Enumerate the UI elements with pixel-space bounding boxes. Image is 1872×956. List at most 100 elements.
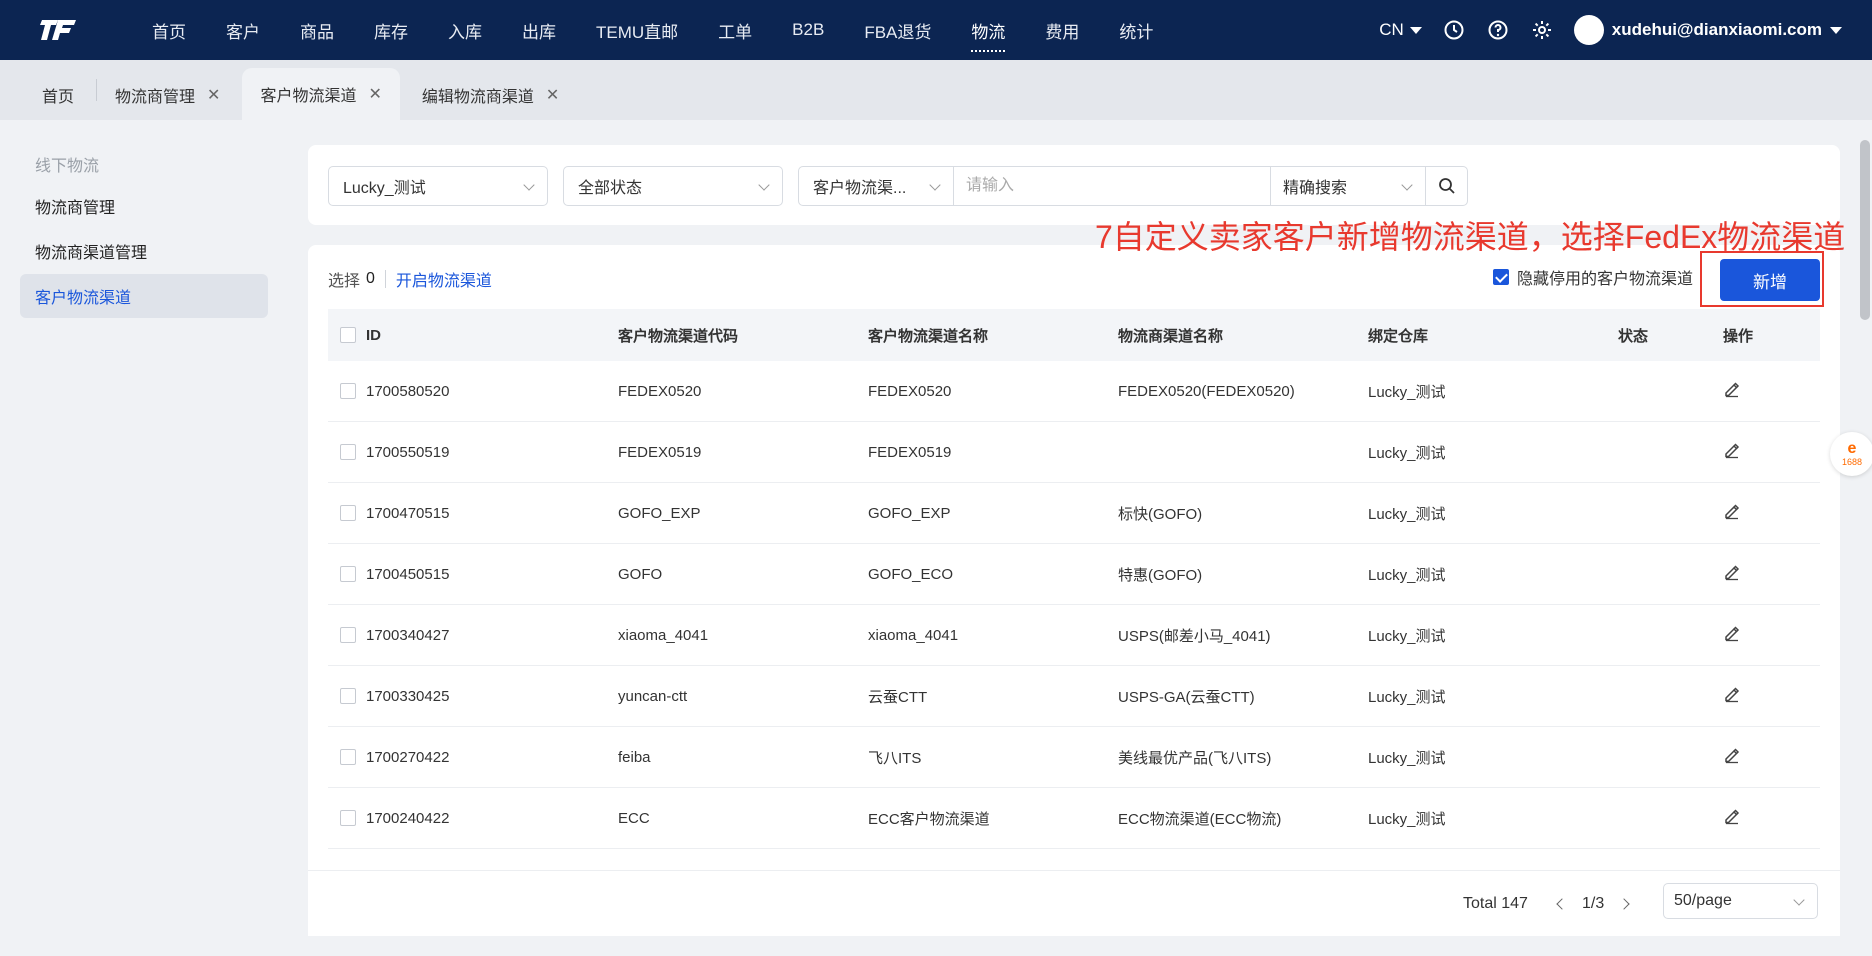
nav-item[interactable]: 费用: [1025, 0, 1099, 60]
language-selector[interactable]: CN: [1379, 20, 1422, 40]
total-count: Total 147: [1463, 895, 1528, 912]
next-page-icon[interactable]: [1618, 898, 1630, 910]
hide-disabled-checkbox[interactable]: [1493, 269, 1509, 285]
nav-item[interactable]: 统计: [1099, 0, 1173, 60]
edit-icon[interactable]: [1723, 748, 1741, 768]
search-button[interactable]: [1425, 167, 1467, 205]
nav-item[interactable]: B2B: [772, 0, 844, 60]
pager: 1/3: [1556, 895, 1630, 913]
table-row[interactable]: 1700550519 FEDEX0519 FEDEX0519 Lucky_测试: [328, 422, 1820, 483]
row-checkbox[interactable]: [340, 566, 356, 582]
edit-icon[interactable]: [1723, 565, 1741, 585]
chevron-down-icon: [523, 179, 535, 191]
main-nav: 首页 客户 商品 库存 入库 出库 TEMU直邮 工单 B2B FBA退货 物流 费用 统计: [132, 0, 1173, 60]
close-icon[interactable]: ✕: [546, 85, 559, 105]
edit-icon[interactable]: [1723, 443, 1741, 463]
app-logo[interactable]: [38, 12, 96, 48]
cell-id: 1700450515: [366, 565, 450, 583]
search-mode-select[interactable]: 精确搜索: [1270, 167, 1425, 205]
header-carrier: 物流商渠道名称: [1118, 327, 1224, 345]
edit-icon[interactable]: [1723, 809, 1741, 829]
sidebar-item[interactable]: 客户物流渠道: [20, 274, 268, 318]
search-field-select[interactable]: 客户物流渠...: [799, 167, 954, 205]
tab-label: 物流商管理: [115, 89, 196, 106]
cell-id: 1700340427: [366, 626, 450, 644]
nav-item[interactable]: 物流: [951, 0, 1025, 60]
nav-item[interactable]: 首页: [132, 0, 206, 60]
cell-id: 1700270422: [366, 748, 450, 766]
help-icon[interactable]: [1486, 18, 1510, 42]
row-checkbox[interactable]: [340, 627, 356, 643]
search-input[interactable]: [954, 167, 1270, 205]
table-row[interactable]: 1700240422 ECC ECC客户物流渠道 ECC物流渠道(ECC物流) Luck…: [328, 788, 1820, 849]
nav-item[interactable]: FBA退货: [844, 0, 951, 60]
table-row[interactable]: 1700450515 GOFO GOFO_ECO 特惠(GOFO) Lucky_测试: [328, 544, 1820, 605]
warehouse-select-value: Lucky_测试: [343, 180, 426, 197]
nav-item[interactable]: 出库: [502, 0, 576, 60]
cell-carrier: USPS(邮差小马_4041): [1118, 627, 1271, 645]
edit-icon[interactable]: [1723, 626, 1741, 646]
cell-warehouse: Lucky_测试: [1368, 383, 1446, 401]
cell-id: 1700330425: [366, 687, 450, 705]
select-all-checkbox[interactable]: [340, 327, 356, 343]
status-select[interactable]: 全部状态: [563, 166, 783, 206]
search-icon: [1438, 178, 1455, 194]
chevron-down-icon: [1793, 894, 1805, 906]
table-row[interactable]: 1700580520 FEDEX0520 FEDEX0520 FEDEX0520(FE…: [328, 361, 1820, 422]
table-row[interactable]: 1700330425 yuncan-ctt 云蚕CTT USPS-GA(云蚕CTT) L…: [328, 666, 1820, 727]
page-scrollbar[interactable]: [1860, 140, 1870, 320]
cell-code: GOFO_EXP: [618, 504, 701, 522]
list-toolbar: 选择 0 开启物流渠道: [328, 267, 492, 291]
page-tab[interactable]: 物流商管理 ✕: [97, 70, 238, 120]
table-row[interactable]: 1700270422 feiba 飞八ITS 美线最优产品(飞八ITS) Lucky_测…: [328, 727, 1820, 788]
user-menu[interactable]: xudehui@dianxiaomi.com: [1573, 15, 1842, 45]
gear-icon[interactable]: [1530, 18, 1554, 42]
floating-1688-badge[interactable]: e 1688: [1830, 432, 1872, 476]
cell-name: GOFO_EXP: [868, 504, 951, 522]
edit-icon[interactable]: [1723, 687, 1741, 707]
page-tab[interactable]: 首页: [24, 70, 92, 120]
cell-id: 1700580520: [366, 382, 450, 400]
page-tab[interactable]: 编辑物流商渠道 ✕: [404, 70, 577, 120]
sidebar-item[interactable]: 物流商管理: [20, 184, 268, 228]
edit-icon[interactable]: [1723, 382, 1741, 402]
row-checkbox[interactable]: [340, 505, 356, 521]
close-icon[interactable]: ✕: [207, 85, 220, 105]
warehouse-select[interactable]: Lucky_测试: [328, 166, 548, 206]
row-checkbox[interactable]: [340, 810, 356, 826]
row-checkbox[interactable]: [340, 444, 356, 460]
badge-logo: e: [1847, 440, 1857, 457]
hide-disabled-option[interactable]: 隐藏停用的客户物流渠道: [1493, 265, 1693, 289]
sidebar-item[interactable]: 物流商渠道管理: [20, 229, 268, 273]
nav-item[interactable]: 库存: [354, 0, 428, 60]
enable-channel-link[interactable]: 开启物流渠道: [396, 267, 492, 291]
sidebar-group-title: 线下物流: [35, 158, 100, 175]
chevron-down-icon: [1401, 179, 1413, 191]
table-row[interactable]: 1700470515 GOFO_EXP GOFO_EXP 标快(GOFO) Lucky_…: [328, 483, 1820, 544]
row-checkbox[interactable]: [340, 749, 356, 765]
search-group: 客户物流渠... 精确搜索: [798, 166, 1468, 206]
nav-item[interactable]: 入库: [428, 0, 502, 60]
table-row[interactable]: 1700340427 xiaoma_4041 xiaoma_4041 USPS(邮差小…: [328, 605, 1820, 666]
nav-item[interactable]: 工单: [698, 0, 772, 60]
edit-icon[interactable]: [1723, 504, 1741, 524]
clock-icon[interactable]: [1442, 18, 1466, 42]
prev-page-icon[interactable]: [1556, 898, 1568, 910]
nav-item[interactable]: 商品: [280, 0, 354, 60]
row-checkbox[interactable]: [340, 383, 356, 399]
nav-item[interactable]: 客户: [206, 0, 280, 60]
close-icon[interactable]: ✕: [368, 84, 381, 104]
select-label: 选择: [328, 273, 361, 290]
language-label: CN: [1379, 20, 1404, 39]
badge-label: 1688: [1841, 457, 1863, 467]
row-checkbox[interactable]: [340, 688, 356, 704]
nav-item[interactable]: TEMU直邮: [576, 0, 698, 60]
page-tab[interactable]: 客户物流渠道 ✕: [242, 68, 400, 120]
search-field-value: 客户物流渠...: [813, 180, 907, 197]
cell-code: xiaoma_4041: [618, 626, 709, 644]
cell-name: FEDEX0520: [868, 382, 952, 400]
cell-warehouse: Lucky_测试: [1368, 688, 1446, 706]
cell-carrier: USPS-GA(云蚕CTT): [1118, 688, 1255, 706]
page-size-select[interactable]: 50/page: [1663, 883, 1818, 919]
chevron-down-icon: [758, 179, 770, 191]
